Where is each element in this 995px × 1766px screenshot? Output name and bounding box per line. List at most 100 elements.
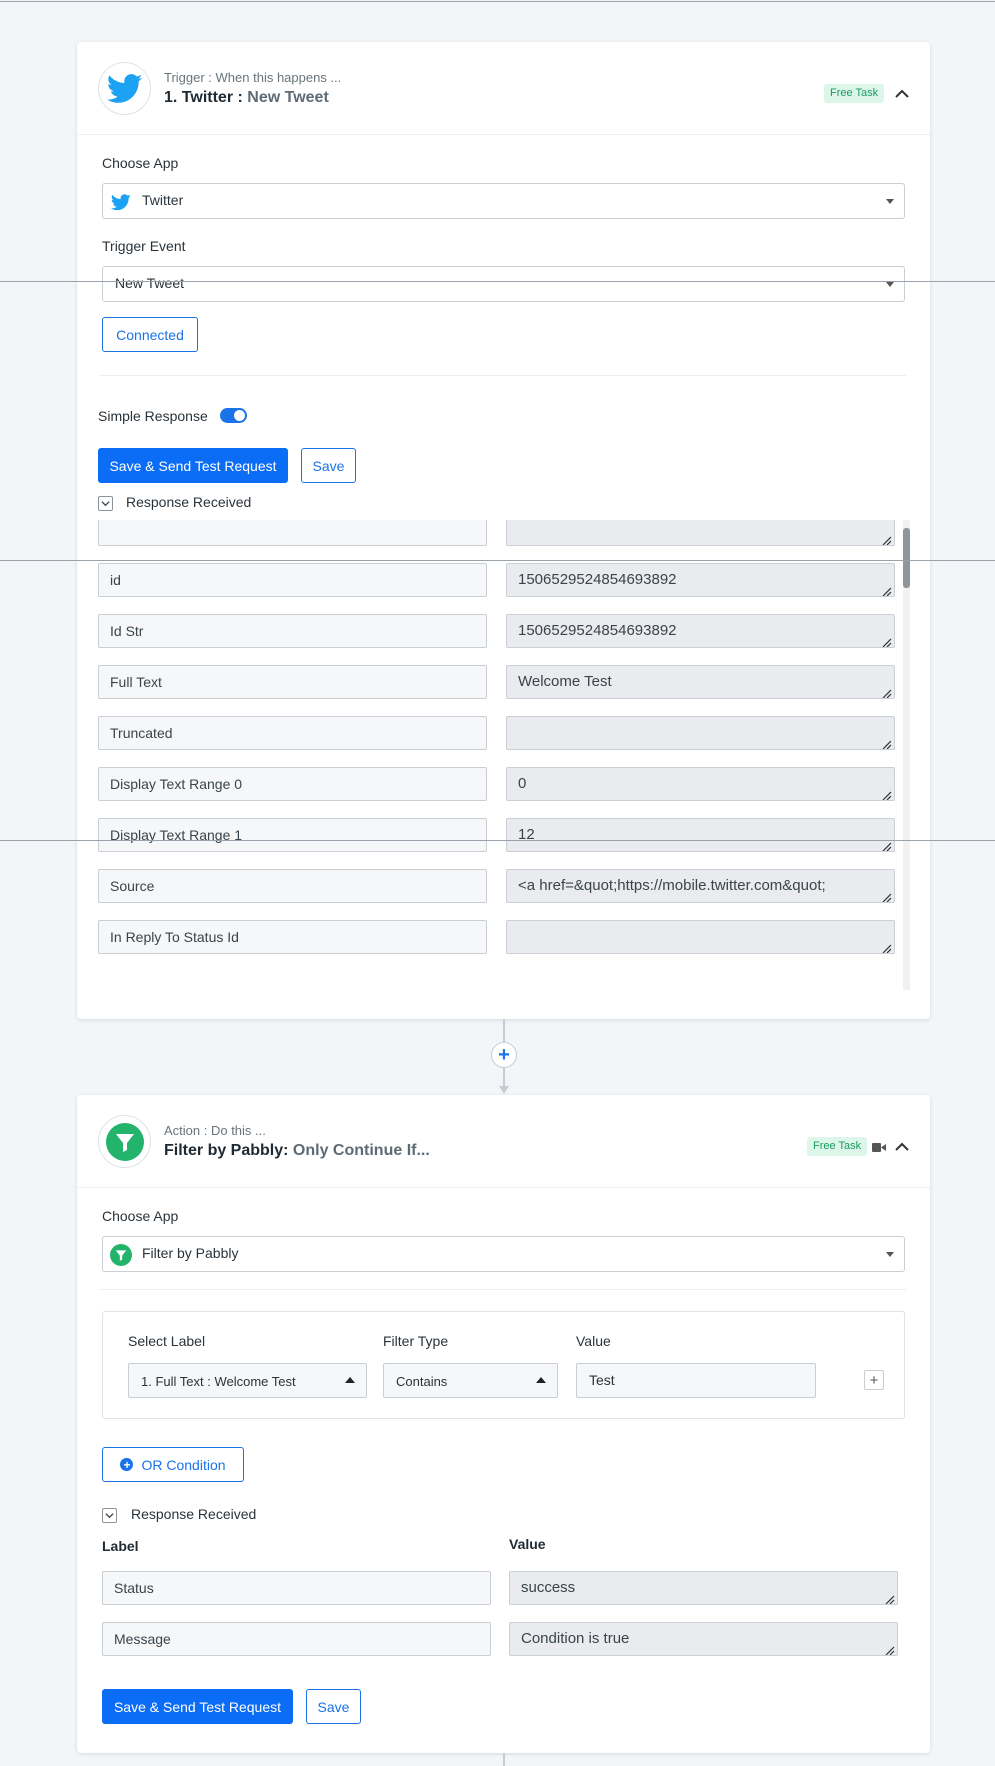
trigger-step-card: Trigger : When this happens ... 1. Twitt…: [77, 42, 930, 1019]
response-rows-list: Status success Message Condition is true: [77, 1095, 930, 1753]
field-value[interactable]: Welcome Test: [506, 665, 895, 699]
resize-handle-icon[interactable]: [882, 635, 892, 647]
divider: [99, 1289, 906, 1290]
response-value-field[interactable]: success: [509, 1571, 898, 1605]
divider: [99, 375, 906, 376]
funnel-icon: [110, 1244, 132, 1266]
free-task-badge: Free Task: [824, 84, 885, 103]
connector-line: [503, 1068, 505, 1088]
field-key[interactable]: [98, 520, 487, 546]
selected-app: Twitter: [142, 192, 184, 208]
field-key[interactable]: Full Text: [98, 665, 487, 699]
field-key[interactable]: Display Text Range 1: [98, 818, 487, 852]
arrow-down-icon: [499, 1086, 509, 1094]
response-value-field[interactable]: Condition is true: [509, 1622, 898, 1656]
field-value[interactable]: 0: [506, 767, 895, 801]
field-key[interactable]: Display Text Range 0: [98, 767, 487, 801]
caret-up-icon: [536, 1377, 546, 1383]
or-condition-label: OR Condition: [141, 1456, 226, 1473]
save-button[interactable]: Save: [301, 448, 356, 483]
choose-app-select[interactable]: Twitter: [102, 183, 905, 219]
chevron-up-icon[interactable]: [891, 1135, 913, 1157]
filter-type-value: Contains: [396, 1374, 448, 1389]
value-header: Value: [576, 1333, 611, 1349]
trigger-event-select[interactable]: New Tweet: [102, 266, 905, 302]
caret-down-icon: [886, 1252, 894, 1257]
trigger-event-label: Trigger Event: [102, 238, 186, 254]
action-step-header[interactable]: Action : Do this ... Filter by Pabbly: O…: [77, 1095, 930, 1188]
step-title: 1. Twitter : New Tweet: [164, 89, 329, 107]
funnel-icon: [98, 1115, 151, 1168]
selected-trigger-event: New Tweet: [115, 275, 184, 291]
field-key[interactable]: Id Str: [98, 614, 487, 648]
resize-handle-icon[interactable]: [882, 533, 892, 545]
field-value[interactable]: [506, 520, 895, 546]
chevron-up-icon[interactable]: [891, 82, 913, 104]
resize-handle-icon[interactable]: [882, 737, 892, 749]
field-key[interactable]: id: [98, 563, 487, 597]
step-app-name: Filter by Pabbly:: [164, 1142, 289, 1159]
choose-app-select[interactable]: Filter by Pabbly: [102, 1236, 905, 1272]
filter-type-header: Filter Type: [383, 1333, 449, 1349]
step-event-name: Only Continue If...: [292, 1142, 430, 1159]
field-value[interactable]: 1506529524854693892: [506, 614, 895, 648]
resize-handle-icon[interactable]: [885, 1643, 895, 1655]
save-send-test-request-button[interactable]: Save & Send Test Request: [102, 1689, 293, 1724]
simple-response-toggle[interactable]: [220, 408, 247, 423]
choose-app-label: Choose App: [102, 155, 179, 171]
caret-down-icon: [886, 199, 894, 204]
plus-circle-icon: +: [120, 1458, 134, 1471]
save-send-test-request-button[interactable]: Save & Send Test Request: [98, 448, 288, 483]
save-button[interactable]: Save: [306, 1689, 361, 1724]
select-label-dropdown[interactable]: 1. Full Text : Welcome Test: [128, 1363, 367, 1398]
filter-condition-box: Select Label Filter Type Value 1. Full T…: [102, 1311, 905, 1419]
connector-line: [503, 1753, 505, 1766]
select-label-header: Select Label: [128, 1333, 206, 1349]
select-label-value: 1. Full Text : Welcome Test: [141, 1374, 296, 1389]
step-subtitle: Action : Do this ...: [164, 1123, 266, 1138]
selected-app: Filter by Pabbly: [142, 1245, 239, 1261]
filter-type-dropdown[interactable]: Contains: [383, 1363, 558, 1398]
twitter-bird-icon: [110, 191, 132, 213]
caret-up-icon: [345, 1377, 355, 1383]
field-key[interactable]: In Reply To Status Id: [98, 920, 487, 954]
video-camera-icon[interactable]: [872, 1140, 886, 1152]
caret-down-icon: [886, 282, 894, 287]
resize-handle-icon[interactable]: [885, 1592, 895, 1604]
step-app-name: 1. Twitter :: [164, 89, 243, 106]
scrollbar-thumb[interactable]: [903, 528, 910, 588]
choose-app-label: Choose App: [102, 1208, 179, 1224]
add-condition-plus-icon[interactable]: +: [864, 1370, 884, 1390]
field-value[interactable]: [506, 920, 895, 954]
response-received-label: Response Received: [126, 494, 252, 510]
resize-handle-icon[interactable]: [882, 941, 892, 953]
guide-line: [0, 840, 995, 841]
guide-line: [0, 281, 995, 282]
response-received-checkbox[interactable]: [98, 496, 113, 511]
resize-handle-icon[interactable]: [882, 686, 892, 698]
resize-handle-icon[interactable]: [882, 584, 892, 596]
response-received-label: Response Received: [131, 1506, 257, 1522]
resize-handle-icon[interactable]: [882, 788, 892, 800]
filter-value-input[interactable]: Test: [576, 1363, 816, 1398]
connected-button[interactable]: Connected: [102, 317, 198, 352]
response-label-field[interactable]: Status: [102, 1571, 491, 1605]
label-column-header: Label: [102, 1538, 139, 1554]
trigger-step-header[interactable]: Trigger : When this happens ... 1. Twitt…: [77, 42, 930, 135]
response-received-checkbox[interactable]: [102, 1508, 117, 1523]
field-value[interactable]: 1506529524854693892: [506, 563, 895, 597]
field-value[interactable]: 12: [506, 818, 895, 852]
step-subtitle: Trigger : When this happens ...: [164, 70, 342, 85]
field-key[interactable]: Source: [98, 869, 487, 903]
field-key[interactable]: Truncated: [98, 716, 487, 750]
value-column-header: Value: [509, 1536, 546, 1552]
step-title: Filter by Pabbly: Only Continue If...: [164, 1142, 430, 1160]
add-step-plus-icon[interactable]: +: [491, 1042, 517, 1068]
field-value[interactable]: <a href=&quot;https://mobile.twitter.com…: [506, 869, 895, 903]
field-value[interactable]: [506, 716, 895, 750]
response-label-field[interactable]: Message: [102, 1622, 491, 1656]
twitter-bird-icon: [98, 62, 151, 115]
resize-handle-icon[interactable]: [882, 890, 892, 902]
response-scrollbar[interactable]: [903, 520, 910, 990]
or-condition-button[interactable]: + OR Condition: [102, 1447, 244, 1482]
